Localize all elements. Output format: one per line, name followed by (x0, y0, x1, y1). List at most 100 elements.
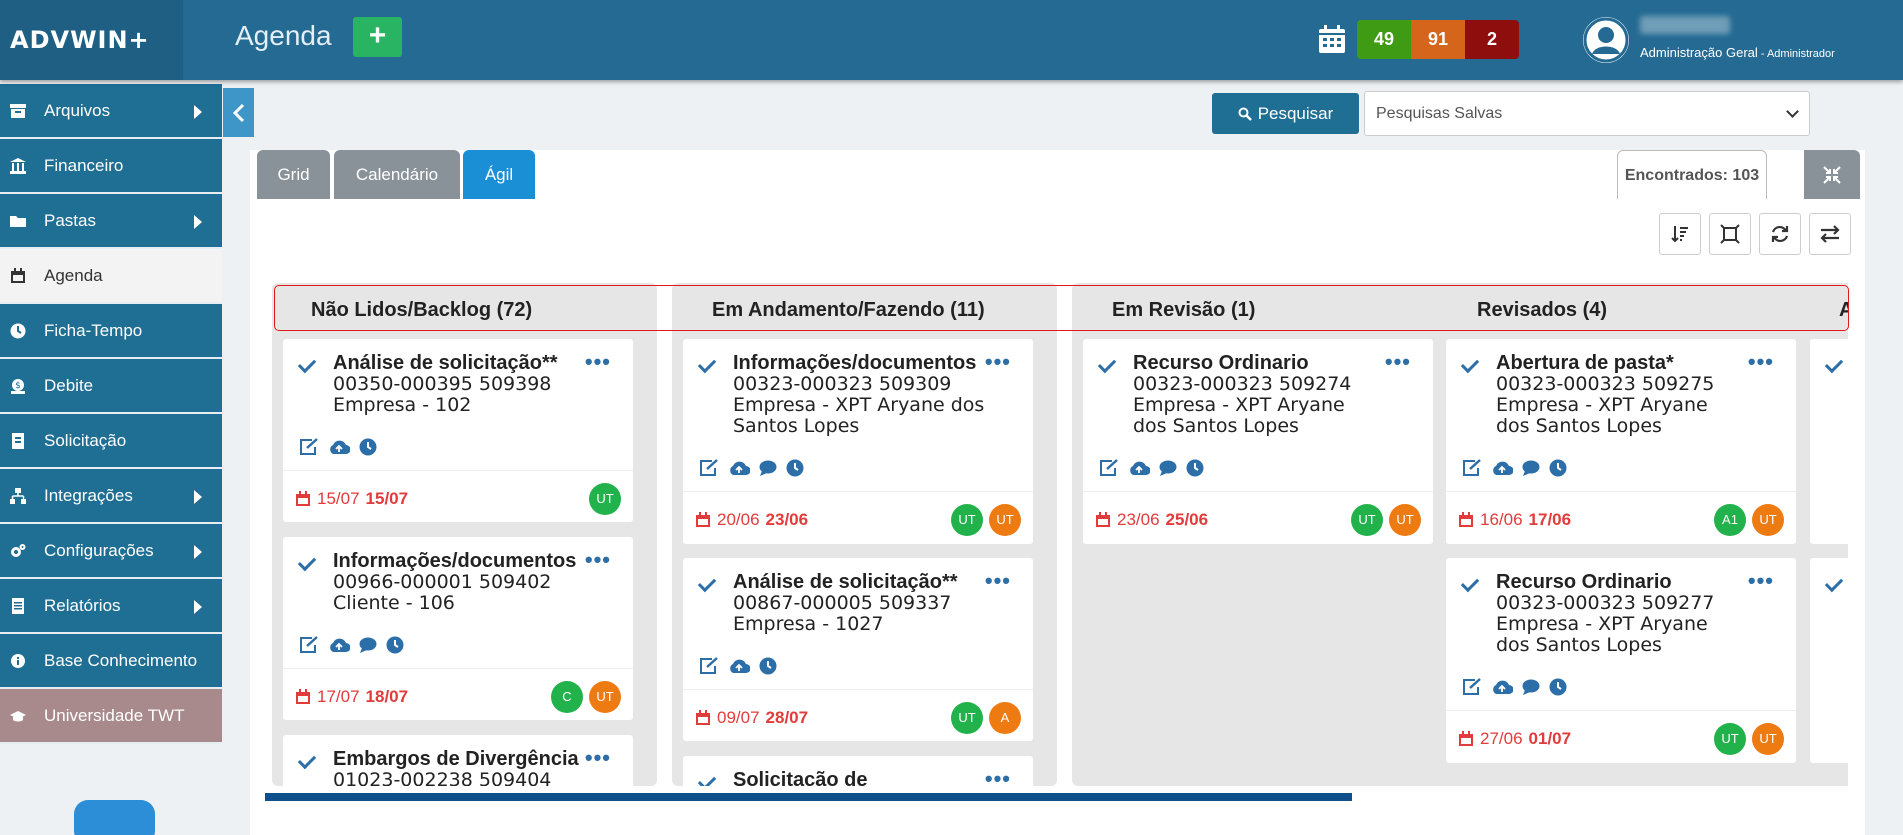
tab-agil[interactable]: Ágil (463, 150, 535, 199)
check-icon[interactable] (1824, 573, 1844, 593)
task-card[interactable]: Informações/documentos ••• 00323-000323 … (683, 339, 1033, 544)
check-icon[interactable] (697, 573, 717, 593)
task-card[interactable]: Recurso Ordinario ••• 00323-000323 50927… (1083, 339, 1433, 544)
more-options-icon[interactable]: ••• (585, 747, 611, 769)
sidebar-item-configuracoes[interactable]: Configurações (0, 524, 222, 579)
clock-icon[interactable] (359, 438, 377, 456)
edit-icon[interactable] (699, 657, 719, 675)
sidebar-item-solicitacao[interactable]: Solicitação (0, 414, 222, 469)
edit-icon[interactable] (1099, 459, 1119, 477)
sidebar-item-arquivos[interactable]: Arquivos (0, 84, 222, 139)
check-icon[interactable] (1460, 573, 1480, 593)
assignee-badge[interactable]: UT (589, 681, 621, 713)
comment-icon[interactable] (1159, 460, 1177, 477)
check-icon[interactable] (1097, 354, 1117, 374)
assignee-badge[interactable]: UT (1351, 504, 1383, 536)
task-card[interactable]: Abertura de pasta* ••• 00323-000323 5092… (1446, 339, 1796, 544)
assignee-badge[interactable]: UT (989, 504, 1021, 536)
user-avatar[interactable] (1583, 17, 1629, 63)
task-card[interactable]: Informações/documentos ••• 00966-000001 … (283, 537, 633, 720)
sidebar-item-integracoes[interactable]: Integrações (0, 469, 222, 524)
check-icon[interactable] (697, 354, 717, 374)
check-icon[interactable] (297, 750, 317, 770)
search-button[interactable]: Pesquisar (1212, 93, 1359, 134)
count-badge-green[interactable]: 49 (1357, 20, 1411, 59)
clock-icon[interactable] (1549, 459, 1567, 477)
cloud-upload-icon[interactable] (328, 637, 350, 653)
check-icon[interactable] (1460, 354, 1480, 374)
more-options-icon[interactable]: ••• (1385, 351, 1411, 373)
more-options-icon[interactable]: ••• (585, 549, 611, 571)
sidebar-item-debite[interactable]: $ Debite (0, 359, 222, 414)
edit-icon[interactable] (299, 636, 319, 654)
sort-button[interactable] (1659, 213, 1701, 255)
edit-icon[interactable] (299, 438, 319, 456)
sidebar-item-financeiro[interactable]: Financeiro (0, 139, 222, 194)
assignee-badge[interactable]: UT (1389, 504, 1421, 536)
tab-calendario[interactable]: Calendário (334, 150, 460, 199)
clock-icon[interactable] (786, 459, 804, 477)
more-options-icon[interactable]: ••• (585, 351, 611, 373)
task-card[interactable]: Análise de solicitação** ••• 00350-00039… (283, 339, 633, 522)
count-badge-red[interactable]: 2 (1465, 20, 1519, 59)
clock-icon[interactable] (1549, 678, 1567, 696)
more-options-icon[interactable]: ••• (1748, 351, 1774, 373)
assignee-badge[interactable]: A (989, 702, 1021, 734)
task-card[interactable] (1810, 339, 1848, 544)
tab-grid[interactable]: Grid (257, 150, 330, 199)
sidebar-item-ficha-tempo[interactable]: Ficha-Tempo (0, 304, 222, 359)
saved-searches-select[interactable]: Pesquisas Salvas (1364, 91, 1810, 136)
sidebar-item-agenda[interactable]: Agenda (0, 249, 222, 304)
task-card[interactable]: Análise de solicitação** ••• 00867-00000… (683, 558, 1033, 741)
sidebar-item-base-conhecimento[interactable]: Base Conhecimento (0, 634, 222, 689)
assignee-badge[interactable]: A1 (1714, 504, 1746, 536)
fit-screen-button[interactable] (1709, 213, 1751, 255)
logo-area[interactable]: ADVWIN+ (0, 0, 183, 80)
cloud-upload-icon[interactable] (728, 460, 750, 476)
task-card[interactable] (1810, 558, 1848, 763)
horizontal-scrollbar[interactable] (265, 793, 1352, 801)
more-options-icon[interactable]: ••• (985, 570, 1011, 592)
edit-icon[interactable] (1462, 678, 1482, 696)
comment-icon[interactable] (759, 460, 777, 477)
assignee-badge[interactable]: C (551, 681, 583, 713)
cloud-upload-icon[interactable] (1491, 679, 1513, 695)
refresh-button[interactable] (1759, 213, 1801, 255)
more-options-icon[interactable]: ••• (985, 351, 1011, 373)
more-options-icon[interactable]: ••• (1748, 570, 1774, 592)
sidebar-collapse-button[interactable] (223, 88, 254, 137)
check-icon[interactable] (697, 771, 717, 786)
check-icon[interactable] (297, 552, 317, 572)
check-icon[interactable] (297, 354, 317, 374)
task-card[interactable]: Embargos de Divergência ••• 01023-002238… (283, 735, 633, 786)
task-card[interactable]: Solicitação de ••• (683, 756, 1033, 786)
assignee-badge[interactable]: UT (1752, 723, 1784, 755)
clock-icon[interactable] (759, 657, 777, 675)
assignee-badge[interactable]: UT (1752, 504, 1784, 536)
assignee-badge[interactable]: UT (951, 702, 983, 734)
app-logo[interactable]: ADVWIN+ (10, 26, 150, 54)
add-button[interactable]: + (353, 17, 402, 57)
sidebar-item-pastas[interactable]: Pastas (0, 194, 222, 249)
assignee-badge[interactable]: UT (1714, 723, 1746, 755)
swap-button[interactable] (1809, 213, 1851, 255)
clock-icon[interactable] (1186, 459, 1204, 477)
cloud-upload-icon[interactable] (328, 439, 350, 455)
comment-icon[interactable] (359, 637, 377, 654)
check-icon[interactable] (1824, 354, 1844, 374)
cloud-upload-icon[interactable] (1128, 460, 1150, 476)
assignee-badge[interactable]: UT (951, 504, 983, 536)
sidebar-item-relatorios[interactable]: Relatórios (0, 579, 222, 634)
more-options-icon[interactable]: ••• (985, 768, 1011, 787)
cloud-upload-icon[interactable] (1491, 460, 1513, 476)
comment-icon[interactable] (1522, 460, 1540, 477)
edit-icon[interactable] (1462, 459, 1482, 477)
cloud-upload-icon[interactable] (728, 658, 750, 674)
edit-icon[interactable] (699, 459, 719, 477)
assignee-badge[interactable]: UT (589, 483, 621, 515)
count-badge-orange[interactable]: 91 (1411, 20, 1465, 59)
task-card[interactable]: Recurso Ordinario ••• 00323-000323 50927… (1446, 558, 1796, 763)
calendar-icon[interactable] (1318, 24, 1346, 54)
collapse-view-button[interactable] (1804, 150, 1860, 199)
sidebar-item-universidade-twt[interactable]: Universidade TWT (0, 689, 222, 744)
